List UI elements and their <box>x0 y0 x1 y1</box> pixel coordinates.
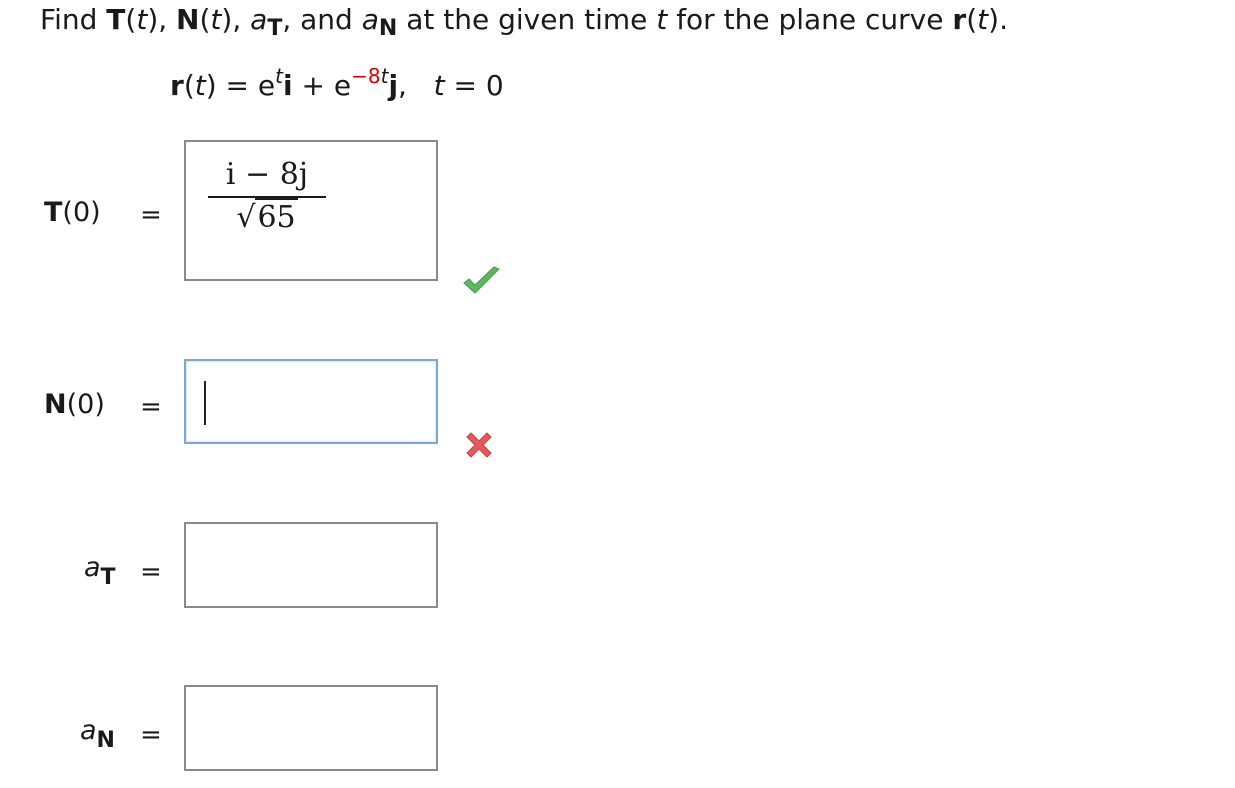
formula-plus-e: + e <box>292 69 352 102</box>
text-caret <box>204 381 206 425</box>
question-rest: at the given time <box>406 3 648 36</box>
question-a-N: a <box>361 3 379 36</box>
curve-formula: r(t) = eti + e−8tj, t = 0 <box>170 66 504 106</box>
label-arg: (0) <box>62 197 101 228</box>
answer-label-aN: aN <box>80 713 115 753</box>
equals-sign: = <box>140 557 162 587</box>
radicand: 65 <box>255 198 298 235</box>
question-period: . <box>999 3 1008 36</box>
question-for-the: for the plane curve <box>676 3 944 36</box>
label-main: N <box>44 389 67 420</box>
fraction-denominator: √65 <box>208 198 326 238</box>
label-main: T <box>44 197 63 228</box>
answer-input-T0[interactable]: i − 8j √65 <box>184 140 438 281</box>
question-paren: ( <box>966 3 978 36</box>
question-t-var: t <box>656 3 668 36</box>
incorrect-x-icon <box>462 428 496 466</box>
question-r: r <box>952 3 967 36</box>
formula-t-eq: t <box>433 69 445 102</box>
question-find: Find <box>40 3 98 36</box>
label-main: a <box>84 552 101 583</box>
answer-label-aT: aT <box>84 550 116 590</box>
formula-close-eq: ) = e <box>205 69 276 102</box>
question-t-var: t <box>977 3 989 36</box>
answer-input-N0[interactable] <box>184 359 438 444</box>
question-t-var: t <box>136 3 148 36</box>
sqrt-icon: √ <box>236 200 256 235</box>
formula-exp2-coef: −8 <box>351 64 381 88</box>
correct-check-icon <box>462 266 502 300</box>
question-T: T <box>106 3 126 36</box>
question-sub-T: T <box>267 16 283 41</box>
question-comma: , <box>282 3 292 36</box>
answer-input-aT[interactable] <box>184 522 438 608</box>
formula-exp1: t <box>275 64 283 88</box>
question-N: N <box>176 3 200 36</box>
formula-open: ( <box>183 69 195 102</box>
fraction-numerator: i − 8j <box>225 157 309 192</box>
answer-label-T0: T(0) <box>44 195 101 231</box>
answer-label-N0: N(0) <box>44 387 105 423</box>
question-t-var: t <box>210 3 222 36</box>
formula-comma: , <box>398 69 407 102</box>
formula-r: r <box>170 69 184 102</box>
equals-sign: = <box>140 200 162 230</box>
label-arg: (0) <box>66 389 105 420</box>
question-and: and <box>300 3 353 36</box>
formula-t-value: = 0 <box>444 69 504 102</box>
question-paren: ( <box>125 3 137 36</box>
question-paren: ( <box>199 3 211 36</box>
answer-fraction: i − 8j √65 <box>208 156 326 238</box>
question-a-T: a <box>250 3 268 36</box>
formula-i: i <box>283 69 293 102</box>
equals-sign: = <box>140 720 162 750</box>
label-sub: T <box>100 565 116 590</box>
answer-input-aN[interactable] <box>184 685 438 771</box>
question-text: Find T(t), N(t), aT, and aN at the given… <box>40 3 1008 41</box>
label-main: a <box>80 715 97 746</box>
equals-sign: = <box>140 392 162 422</box>
label-sub: N <box>96 728 115 753</box>
question-paren-close: ), <box>147 3 168 36</box>
question-paren-close: ), <box>221 3 242 36</box>
question-sub-N: N <box>378 16 398 41</box>
formula-t: t <box>194 69 206 102</box>
formula-j: j <box>388 69 399 102</box>
